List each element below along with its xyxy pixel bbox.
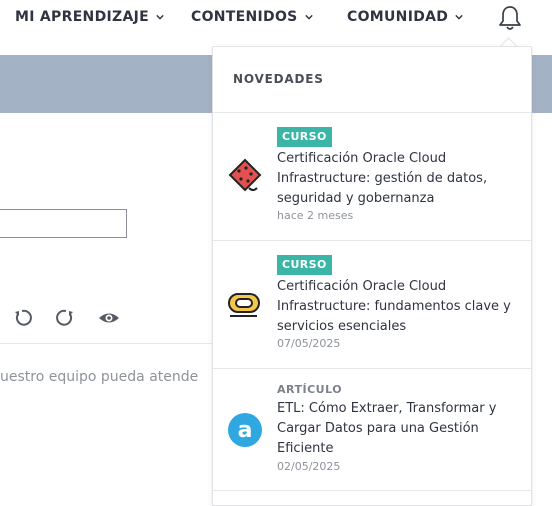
oracle-cloud-icon: [228, 293, 260, 317]
top-navigation: MI APRENDIZAJE CONTENIDOS COMUNIDAD: [0, 0, 552, 36]
text-input[interactable]: [0, 209, 127, 238]
type-label: ARTÍCULO: [277, 383, 343, 396]
notification-item[interactable]: CURSO Certificación Oracle Cloud Infrast…: [213, 241, 531, 369]
nav-label: CONTENIDOS: [191, 9, 298, 25]
bell-icon[interactable]: [497, 4, 523, 32]
notification-date: hace 2 meses: [277, 209, 354, 222]
eye-icon[interactable]: [98, 308, 120, 328]
nav-mi-aprendizaje[interactable]: MI APRENDIZAJE: [15, 9, 164, 25]
undo-icon[interactable]: [12, 308, 32, 328]
nav-contenidos[interactable]: CONTENIDOS: [191, 9, 313, 25]
notification-title: Certificación Oracle Cloud Infrastructur…: [277, 279, 511, 334]
notification-title: Certificación Oracle Cloud Infrastructur…: [277, 151, 488, 206]
notification-title: ETL: Cómo Extraer, Transformar y Cargar …: [277, 401, 497, 456]
notification-date: 02/05/2025: [277, 460, 341, 473]
nav-comunidad[interactable]: COMUNIDAD: [347, 9, 463, 25]
notification-date: 07/05/2025: [277, 337, 341, 350]
chevron-down-icon: [304, 14, 313, 20]
divider: [0, 343, 214, 344]
redo-icon[interactable]: [56, 308, 76, 328]
nav-label: COMUNIDAD: [347, 9, 449, 25]
notification-item[interactable]: CURSO Certificación Oracle Cloud Infrast…: [213, 113, 531, 241]
type-badge: CURSO: [277, 255, 332, 275]
chevron-down-icon: [455, 14, 463, 20]
type-badge: CURSO: [277, 127, 332, 147]
oracle-data-icon: [228, 158, 262, 192]
chevron-down-icon: [156, 14, 164, 20]
notification-item[interactable]: a ARTÍCULO ETL: Cómo Extraer, Transforma…: [213, 369, 531, 497]
notifications-dropdown: NOVEDADES CURSO Certificación Oracle Clo…: [212, 46, 532, 506]
dropdown-title: NOVEDADES: [233, 72, 324, 86]
divider: [213, 490, 531, 491]
nav-label: MI APRENDIZAJE: [15, 9, 149, 25]
article-a-icon: a: [228, 413, 262, 447]
body-text: uestro equipo pueda atende: [0, 369, 199, 385]
svg-text:a: a: [238, 418, 253, 443]
